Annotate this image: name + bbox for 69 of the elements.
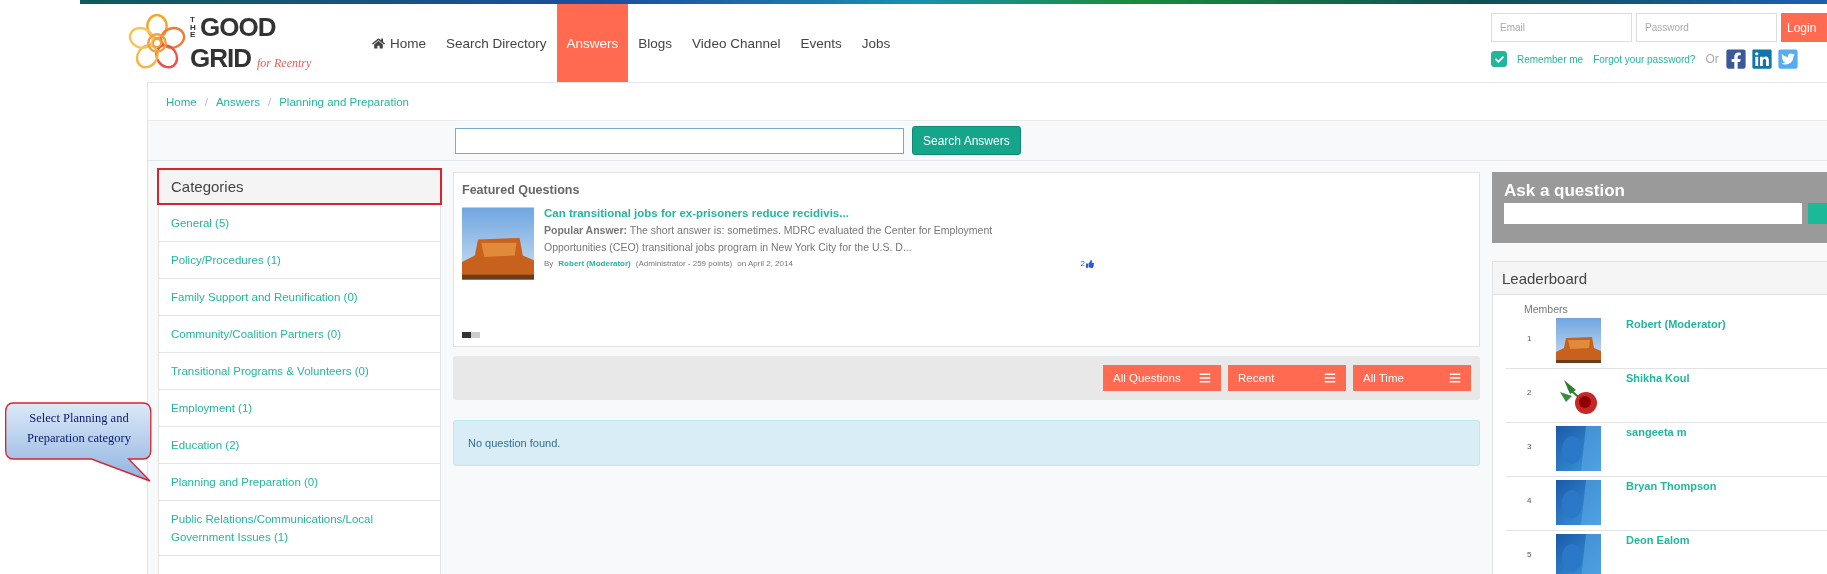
search-button[interactable]: Search Answers bbox=[912, 126, 1021, 155]
facebook-icon[interactable] bbox=[1724, 48, 1747, 70]
rank-number: 2 bbox=[1526, 387, 1533, 399]
member-link[interactable]: sangeeta m bbox=[1626, 426, 1687, 476]
category-link[interactable]: Policy/Procedures (1) bbox=[159, 242, 440, 279]
member-link[interactable]: Robert (Moderator) bbox=[1626, 318, 1726, 368]
breadcrumb-separator: / bbox=[268, 95, 272, 108]
search-field[interactable] bbox=[455, 127, 904, 154]
category-link[interactable]: Community/Coalition Partners (0) bbox=[159, 316, 440, 353]
answer-excerpt: Popular Answer: The short answer is: sometimes. MDRC evaluated the Center for Employment Opportunities (CEO) transitional jobs program in New York City for the U.S. D... bbox=[544, 223, 994, 255]
linkedin-icon[interactable] bbox=[1750, 48, 1773, 70]
category-link[interactable]: General (5) bbox=[159, 205, 440, 242]
nav-link[interactable]: Home bbox=[362, 4, 436, 82]
category-link[interactable]: Family Support and Reunification (0) bbox=[159, 279, 440, 316]
menu-icon bbox=[1199, 372, 1211, 384]
category-link[interactable]: Education (2) bbox=[159, 427, 440, 464]
check-icon bbox=[1494, 54, 1504, 64]
ask-title: Ask a question bbox=[1504, 181, 1626, 201]
nav-link[interactable]: Answers bbox=[556, 4, 629, 82]
category-link[interactable]: Employment (1) bbox=[159, 390, 440, 427]
member-link[interactable]: Bryan Thompson bbox=[1626, 480, 1717, 530]
rank-number: 4 bbox=[1526, 495, 1533, 507]
logo-tagline: for Reentry bbox=[257, 56, 312, 71]
home-icon bbox=[372, 36, 385, 50]
nav-link[interactable]: Events bbox=[790, 4, 852, 82]
category-link[interactable]: Public Relations/Communications/Local Government Issues (1) bbox=[159, 501, 440, 556]
question-field[interactable] bbox=[1504, 203, 1802, 224]
featured-title: Featured Questions bbox=[462, 183, 581, 197]
nav-link[interactable]: Blogs bbox=[628, 4, 683, 82]
login-button[interactable]: Login bbox=[1781, 13, 1827, 42]
logo-text: THE bbox=[190, 16, 197, 39]
logo-text: GRID bbox=[190, 43, 251, 74]
menu-icon bbox=[1449, 372, 1461, 384]
meta-text: (Administrator - 259 points) bbox=[635, 259, 733, 268]
category-link[interactable]: Planning and Preparation (0) bbox=[159, 464, 440, 501]
twitter-icon[interactable] bbox=[1776, 48, 1799, 70]
member-link[interactable]: Deon Ealom bbox=[1626, 534, 1690, 574]
nav-link[interactable]: Jobs bbox=[851, 4, 901, 82]
nav-link[interactable]: Search Directory bbox=[436, 4, 557, 82]
member-link[interactable]: Shikha Koul bbox=[1626, 372, 1690, 422]
remember-label[interactable]: Remember me bbox=[1517, 53, 1584, 65]
meta-text: By bbox=[544, 259, 554, 268]
nav-link[interactable]: Video Channel bbox=[682, 4, 791, 82]
menu-icon bbox=[1324, 372, 1336, 384]
rank-number: 1 bbox=[1526, 333, 1533, 345]
category-link[interactable]: Transitional Programs & Volunteers (0) bbox=[159, 353, 440, 390]
members-label: Members bbox=[1523, 302, 1569, 315]
empty-message: No question found. bbox=[453, 420, 1480, 466]
categories-heading: Categories bbox=[157, 168, 442, 205]
rank-number: 3 bbox=[1526, 441, 1533, 453]
callout-text: Select Planning and Preparation category bbox=[26, 410, 132, 447]
date-text: on April 2, 2014 bbox=[737, 259, 793, 268]
filter-dropdown[interactable]: All Questions bbox=[1103, 365, 1221, 391]
email-field[interactable]: Email bbox=[1491, 13, 1632, 42]
password-field[interactable]: Password bbox=[1636, 13, 1777, 42]
logo-text: GOOD bbox=[200, 12, 276, 43]
breadcrumb-link[interactable]: Planning and Preparation bbox=[279, 95, 409, 108]
forgot-password-link[interactable]: Forgot your password? bbox=[1593, 53, 1696, 65]
leaderboard-title: Leaderboard bbox=[1493, 262, 1827, 295]
breadcrumb-link[interactable]: Answers bbox=[215, 95, 260, 108]
filter-dropdown[interactable]: Recent bbox=[1228, 365, 1346, 391]
filter-dropdown[interactable]: All Time bbox=[1353, 365, 1471, 391]
breadcrumb-separator: / bbox=[204, 95, 208, 108]
remember-checkbox[interactable] bbox=[1491, 51, 1507, 67]
question-link[interactable]: Can transitional jobs for ex-prisoners reduce recidivis... bbox=[544, 207, 1044, 219]
breadcrumb-link[interactable]: Home bbox=[166, 95, 197, 108]
rank-number: 5 bbox=[1526, 549, 1533, 561]
author-link[interactable]: Robert (Moderator) bbox=[558, 259, 631, 268]
or-text: Or bbox=[1705, 52, 1719, 66]
